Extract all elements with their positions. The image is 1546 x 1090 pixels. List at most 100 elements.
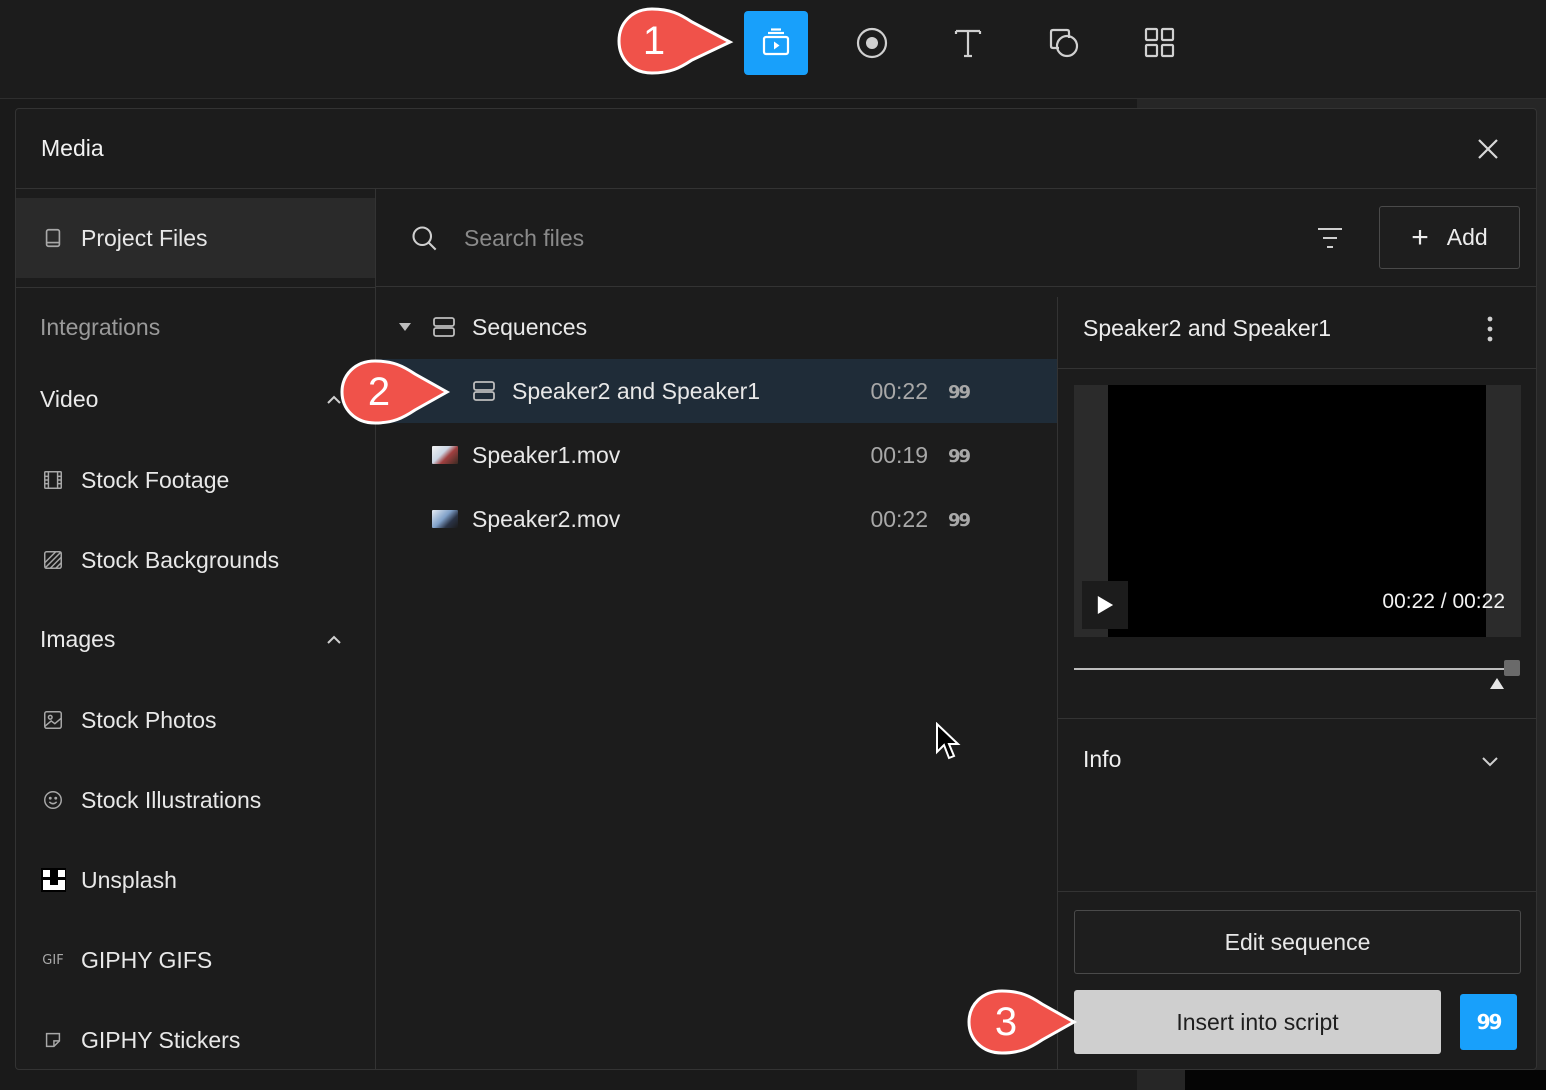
media-panel: Media Project Files Integrations Video S… — [15, 108, 1537, 1070]
top-toolbar — [0, 0, 1546, 99]
time-readout: 00:22 / 00:22 — [1382, 590, 1505, 613]
callout-number: 1 — [642, 18, 666, 63]
sidebar-item-label: Stock Photos — [81, 706, 217, 733]
search-bar: + Add — [376, 189, 1536, 287]
chevron-up-icon[interactable] — [322, 628, 346, 652]
file-duration: 00:19 — [870, 441, 928, 468]
shapes-tool-button[interactable] — [1032, 11, 1096, 75]
search-icon — [412, 226, 437, 251]
folder-label: Sequences — [472, 313, 588, 340]
info-label[interactable]: Info — [1083, 746, 1121, 773]
video-group-label[interactable]: Video — [40, 386, 98, 413]
close-icon — [1478, 139, 1498, 159]
chevron-down-icon[interactable] — [1478, 749, 1502, 773]
quote-icon[interactable]: 99 — [948, 382, 972, 403]
close-button[interactable] — [1472, 133, 1504, 165]
film-icon — [40, 467, 66, 493]
caret-down-icon[interactable] — [398, 320, 412, 334]
sidebar-item-giphy-stickers[interactable]: GIPHY Stickers — [40, 1020, 240, 1060]
media-icon — [762, 28, 790, 56]
background-icon — [40, 547, 66, 573]
add-button-label: Add — [1446, 224, 1488, 250]
smiley-icon — [40, 787, 66, 813]
list-item[interactable]: Speaker2.mov 00:22 99 — [376, 487, 1057, 551]
integrations-heading: Integrations — [40, 314, 161, 340]
panel-title: Media — [41, 135, 104, 161]
sidebar-item-project-files[interactable]: Project Files — [40, 218, 208, 258]
sidebar-item-label: Project Files — [81, 224, 208, 251]
sidebar-item-stock-photos[interactable]: Stock Photos — [40, 700, 217, 740]
image-icon — [40, 707, 66, 733]
text-tool-button[interactable] — [936, 11, 1000, 75]
play-icon — [1097, 596, 1114, 614]
quote-icon: 99 — [1476, 1010, 1503, 1034]
video-thumbnail — [432, 510, 458, 528]
grid-icon — [1144, 27, 1175, 58]
sidebar: Project Files Integrations Video Stock F… — [16, 189, 376, 1069]
divider — [1058, 718, 1536, 719]
record-icon — [856, 27, 888, 59]
sidebar-item-stock-illustrations[interactable]: Stock Illustrations — [40, 780, 261, 820]
sidebar-item-label: GIPHY GIFS — [81, 946, 213, 973]
sidebar-item-label: Unsplash — [81, 866, 177, 893]
sequence-icon — [473, 381, 495, 401]
background-canvas — [1185, 1070, 1546, 1090]
record-tool-button[interactable] — [840, 11, 904, 75]
sidebar-item-stock-backgrounds[interactable]: Stock Backgrounds — [40, 540, 279, 580]
images-group-label[interactable]: Images — [40, 626, 115, 653]
file-list: Sequences Speaker2 and Speaker1 00:22 99… — [376, 287, 1057, 1069]
quote-button[interactable]: 99 — [1460, 994, 1517, 1050]
callout-number: 3 — [994, 999, 1018, 1044]
text-icon — [954, 29, 982, 58]
sidebar-item-label: Stock Backgrounds — [81, 546, 280, 573]
divider — [16, 287, 375, 288]
sidebar-item-label: Stock Footage — [81, 466, 230, 493]
sidebar-item-unsplash[interactable]: Unsplash — [40, 860, 177, 900]
plus-icon: + — [1411, 220, 1429, 254]
scrubber-track[interactable] — [1074, 668, 1506, 670]
book-icon — [40, 225, 66, 251]
divider — [1058, 891, 1536, 892]
sequence-icon — [433, 317, 455, 337]
sidebar-item-stock-footage[interactable]: Stock Footage — [40, 460, 229, 500]
file-duration: 00:22 — [870, 505, 928, 532]
file-name: Speaker2.mov — [472, 505, 621, 532]
sticker-icon — [40, 1027, 66, 1053]
more-options-icon[interactable] — [1478, 314, 1502, 344]
quote-icon[interactable]: 99 — [948, 510, 972, 531]
file-duration: 00:22 — [870, 377, 928, 404]
preview-title: Speaker2 and Speaker1 — [1083, 315, 1332, 341]
filter-icon[interactable] — [1316, 225, 1344, 251]
panel-header: Media — [16, 109, 1536, 189]
preview-pane: Speaker2 and Speaker1 00:22 / 00:22 Info… — [1057, 297, 1536, 1069]
shapes-icon — [1049, 28, 1079, 58]
unsplash-icon — [40, 867, 66, 893]
play-button[interactable] — [1082, 581, 1128, 629]
folder-sequences[interactable]: Sequences — [376, 295, 1057, 359]
callout-1: 1 — [616, 6, 734, 76]
search-input[interactable] — [464, 219, 1164, 257]
callout-3: 3 — [966, 988, 1078, 1056]
gif-icon: GIF — [42, 952, 64, 968]
video-thumbnail — [432, 446, 458, 464]
callout-number: 2 — [367, 369, 391, 414]
list-item[interactable]: Speaker1.mov 00:19 99 — [376, 423, 1057, 487]
quote-icon[interactable]: 99 — [948, 446, 972, 467]
sidebar-item-label: GIPHY Stickers — [81, 1026, 241, 1053]
playhead-marker[interactable] — [1490, 678, 1504, 689]
file-name: Speaker1.mov — [472, 441, 621, 468]
video-player[interactable]: 00:22 / 00:22 — [1074, 385, 1521, 637]
scrubber-handle[interactable] — [1504, 660, 1520, 676]
callout-2: 2 — [339, 358, 451, 426]
mouse-cursor-icon — [936, 722, 961, 760]
templates-tool-button[interactable] — [1128, 11, 1192, 75]
divider — [1058, 368, 1536, 369]
list-item[interactable]: Speaker2 and Speaker1 00:22 99 — [376, 359, 1057, 423]
sidebar-item-label: Stock Illustrations — [81, 786, 262, 813]
file-name: Speaker2 and Speaker1 — [512, 377, 761, 404]
media-tool-button[interactable] — [744, 11, 808, 75]
sidebar-item-giphy-gifs[interactable]: GIF GIPHY GIFS — [40, 940, 212, 980]
edit-sequence-button[interactable]: Edit sequence — [1074, 910, 1521, 974]
insert-into-script-button[interactable]: Insert into script — [1074, 990, 1441, 1054]
add-button[interactable]: + Add — [1379, 206, 1520, 269]
